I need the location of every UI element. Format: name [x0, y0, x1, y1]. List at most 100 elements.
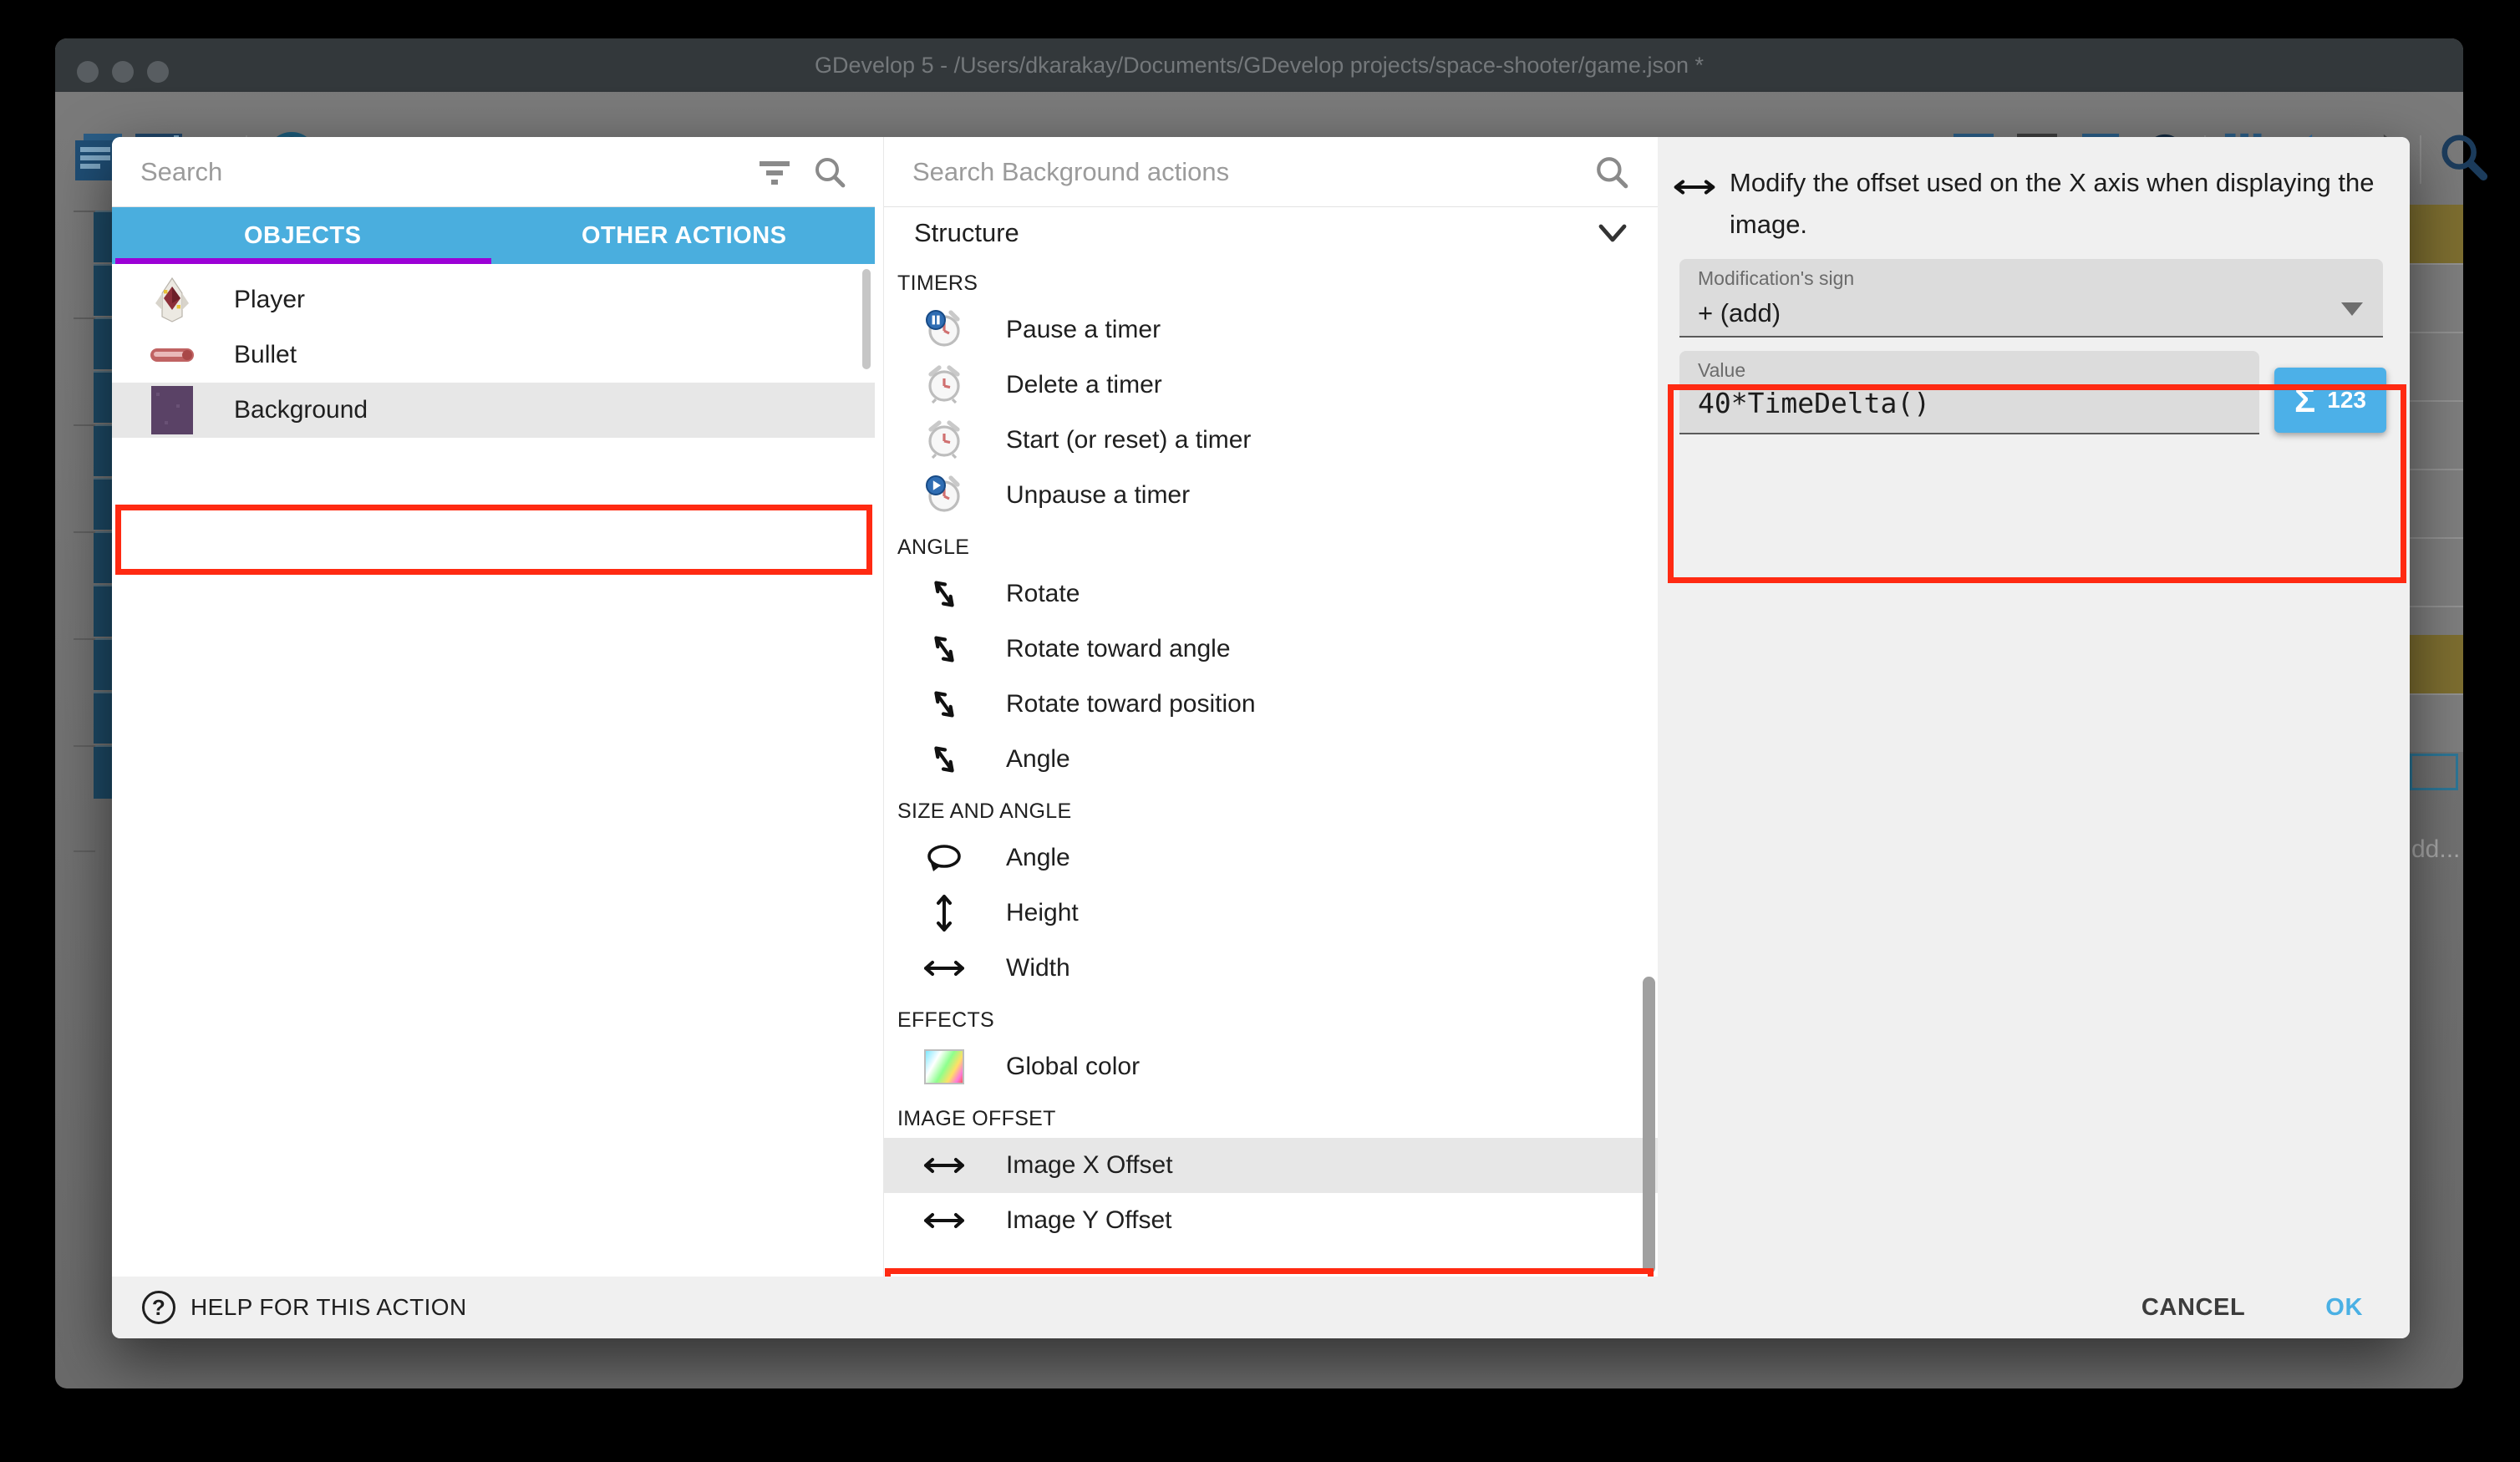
event-bracket-line: [74, 531, 95, 533]
action-row-global-color[interactable]: Global color: [884, 1039, 1658, 1094]
sigma-icon: Σ: [2294, 380, 2315, 420]
screen: GDevelop 5 - /Users/dkarakay/Documents/G…: [0, 0, 2520, 1462]
truncated-add-label: dd...: [2411, 835, 2460, 864]
diagonal-arrow-icon: [921, 685, 968, 723]
cancel-button[interactable]: CANCEL: [2141, 1294, 2245, 1322]
window-title: GDevelop 5 - /Users/dkarakay/Documents/G…: [815, 53, 1704, 79]
object-row-background[interactable]: Background: [112, 383, 875, 438]
diagonal-arrow-icon: [921, 575, 968, 613]
objects-scrollbar-thumb[interactable]: [862, 269, 871, 369]
action-label: Rotate toward position: [1006, 690, 1256, 718]
action-row-pause-timer[interactable]: Pause a timer: [884, 302, 1658, 358]
objects-search-field[interactable]: Search: [112, 137, 875, 207]
event-row: [94, 424, 112, 476]
event-row: [94, 692, 112, 744]
actions-search-field[interactable]: Search Background actions: [884, 137, 1658, 207]
section-header: SIZE AND ANGLE: [884, 787, 1658, 830]
help-label: HELP FOR THIS ACTION: [191, 1294, 467, 1321]
actions-scrollbar-thumb[interactable]: [1643, 977, 1655, 1274]
timer-pause-icon: [921, 309, 968, 351]
minimize-window-button[interactable]: [112, 61, 134, 83]
modification-sign-select[interactable]: Modification's sign + (add): [1679, 259, 2383, 338]
section-header: TIMERS: [884, 259, 1658, 302]
action-description: Modify the offset used on the X axis whe…: [1730, 162, 2390, 246]
event-bracket-line: [74, 317, 95, 319]
event-bracket-line: [74, 850, 95, 852]
section-header: ANGLE: [884, 523, 1658, 566]
filter-icon[interactable]: [758, 158, 791, 186]
active-tab-underline: [115, 258, 491, 264]
search-icon[interactable]: [2438, 130, 2490, 184]
action-label: Rotate: [1006, 580, 1080, 608]
action-row-angle[interactable]: Angle: [884, 732, 1658, 787]
horizontal-arrow-icon: [921, 1211, 968, 1231]
tab-other-actions[interactable]: OTHER ACTIONS: [494, 207, 876, 264]
titlebar: GDevelop 5 - /Users/dkarakay/Documents/G…: [55, 38, 2463, 92]
action-label: Image Y Offset: [1006, 1206, 1171, 1235]
search-icon[interactable]: [1594, 155, 1629, 190]
horizontal-arrow-icon: [1673, 177, 1716, 246]
action-row-image-x-offset[interactable]: Image X Offset: [884, 1138, 1658, 1193]
field-value: + (add): [1698, 298, 2365, 328]
object-row-player[interactable]: Player: [112, 272, 875, 327]
action-row-start-timer[interactable]: Start (or reset) a timer: [884, 413, 1658, 468]
action-row-delete-timer[interactable]: Delete a timer: [884, 358, 1658, 413]
timer-icon: [921, 419, 968, 461]
action-label: Angle: [1006, 844, 1070, 872]
event-row: [94, 211, 112, 262]
toolbar-divider: [2420, 135, 2421, 184]
actions-list-panel: Search Background actions Structure T: [883, 137, 1658, 1277]
diagonal-arrow-icon: [921, 630, 968, 668]
object-label: Background: [234, 396, 368, 424]
action-label: Image X Offset: [1006, 1151, 1173, 1180]
action-row-rotate[interactable]: Rotate: [884, 566, 1658, 622]
color-gradient-icon: [921, 1049, 968, 1084]
action-inspector-panel: Modify the offset used on the X axis whe…: [1658, 137, 2410, 1277]
horizontal-arrow-icon: [921, 1155, 968, 1175]
event-row: [2410, 537, 2463, 606]
close-window-button[interactable]: [77, 61, 99, 83]
action-row-rotate-toward-position[interactable]: Rotate toward position: [884, 677, 1658, 732]
bullet-icon: [145, 347, 199, 363]
chevron-down-icon: [1598, 223, 1628, 243]
action-row-rotate-toward-angle[interactable]: Rotate toward angle: [884, 622, 1658, 677]
maximize-window-button[interactable]: [147, 61, 169, 83]
field-label: Modification's sign: [1698, 267, 2365, 290]
selected-event-row: [2410, 635, 2463, 693]
event-row: [94, 531, 112, 583]
action-group-value: Structure: [914, 218, 1598, 248]
dialog-footer: ? HELP FOR THIS ACTION CANCEL OK: [112, 1277, 2410, 1338]
event-field-outline: [2410, 754, 2458, 790]
search-icon[interactable]: [813, 155, 846, 189]
action-row-unpause-timer[interactable]: Unpause a timer: [884, 468, 1658, 523]
objects-panel-tabs: OBJECTS OTHER ACTIONS: [112, 207, 875, 264]
event-bracket-line: [74, 638, 95, 640]
help-for-this-action-link[interactable]: ? HELP FOR THIS ACTION: [142, 1291, 467, 1324]
actions-search-placeholder: Search Background actions: [912, 157, 1594, 187]
action-row-image-y-offset[interactable]: Image Y Offset: [884, 1193, 1658, 1248]
action-label: Start (or reset) a timer: [1006, 426, 1251, 454]
object-label: Player: [234, 286, 305, 314]
event-row: [2410, 693, 2463, 752]
event-bracket-line: [74, 745, 95, 747]
expression-editor-button[interactable]: Σ 123: [2274, 368, 2386, 433]
action-row-height[interactable]: Height: [884, 886, 1658, 941]
event-row: [2410, 469, 2463, 537]
vertical-arrow-icon: [921, 891, 968, 935]
action-label: Width: [1006, 954, 1070, 982]
event-row: [2410, 332, 2463, 400]
event-row: [94, 371, 112, 423]
action-group-select[interactable]: Structure: [884, 207, 1658, 259]
event-row: [2410, 400, 2463, 469]
rotation-ellipse-icon: [921, 841, 968, 875]
ok-button[interactable]: OK: [2325, 1294, 2363, 1322]
object-row-bullet[interactable]: Bullet: [112, 327, 875, 383]
action-label: Delete a timer: [1006, 371, 1162, 399]
tab-objects[interactable]: OBJECTS: [112, 207, 494, 264]
action-label: Angle: [1006, 745, 1070, 774]
action-row-width[interactable]: Width: [884, 941, 1658, 996]
action-row-size-angle[interactable]: Angle: [884, 830, 1658, 886]
horizontal-arrow-icon: [921, 958, 968, 978]
value-input[interactable]: Value 40*TimeDelta(): [1679, 351, 2259, 434]
action-editor-dialog: Search: [112, 137, 2410, 1338]
